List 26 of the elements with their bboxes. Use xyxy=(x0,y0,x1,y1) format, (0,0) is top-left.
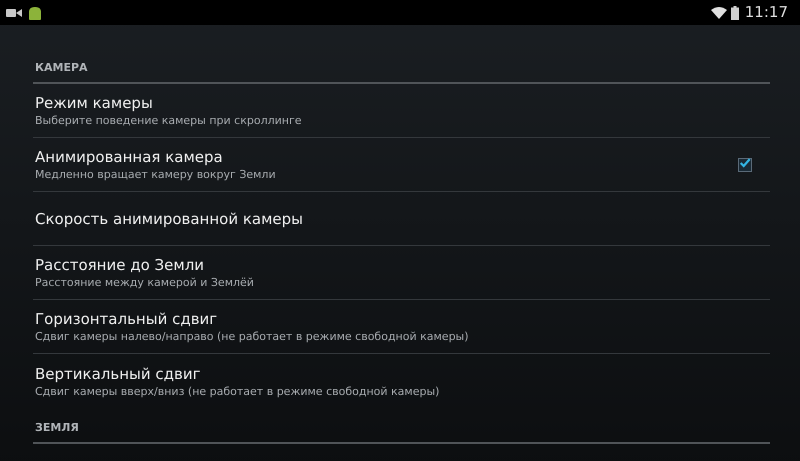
item-title: Вертикальный сдвиг xyxy=(35,364,202,384)
item-title: Анимированная камера xyxy=(35,147,224,167)
item-summary: Расстояние между камерой и Землёй xyxy=(35,275,255,290)
settings-item[interactable]: Анимированная камера Медленно вращает камеру вокруг Земли xyxy=(33,138,770,192)
checkbox[interactable] xyxy=(738,158,752,172)
settings-item[interactable]: Вертикальный сдвиг Сдвиг камеры вверх/вниз (не работает в режиме свободной камеры) xyxy=(33,354,770,408)
settings-item[interactable]: Режим камеры Выберите поведение камеры при скроллинге xyxy=(33,84,770,138)
item-title: Режим камеры xyxy=(35,93,154,113)
item-title: Расстояние до Земли xyxy=(35,255,206,275)
settings-item[interactable]: Скорость анимированной камеры xyxy=(33,192,770,246)
settings-item[interactable]: Расстояние до Земли Расстояние между камерой и Землёй xyxy=(33,246,770,300)
settings-item[interactable]: Горизонтальный сдвиг Сдвиг камеры налево/направо (не работает в режиме свободной камеры) xyxy=(33,300,770,354)
clock-time: 11:17 xyxy=(744,2,788,24)
item-title: Горизонтальный сдвиг xyxy=(35,309,218,329)
wifi-icon xyxy=(710,6,727,18)
section-header: ЗЕМЛЯ xyxy=(34,421,79,434)
item-summary: Медленно вращает камеру вокруг Земли xyxy=(35,167,277,182)
battery-icon xyxy=(730,6,739,20)
item-summary: Сдвиг камеры налево/направо (не работает в режиме свободной камеры) xyxy=(35,329,470,344)
item-title: Скорость анимированной камеры xyxy=(35,208,304,228)
checkmark-icon xyxy=(739,156,751,168)
section-header: КАМЕРА xyxy=(34,61,88,74)
video-camera-icon xyxy=(6,8,22,18)
item-summary: Сдвиг камеры вверх/вниз (не работает в режиме свободной камеры) xyxy=(35,384,440,398)
item-summary: Выберите поведение камеры при скроллинге xyxy=(35,113,303,128)
android-icon xyxy=(27,4,43,20)
